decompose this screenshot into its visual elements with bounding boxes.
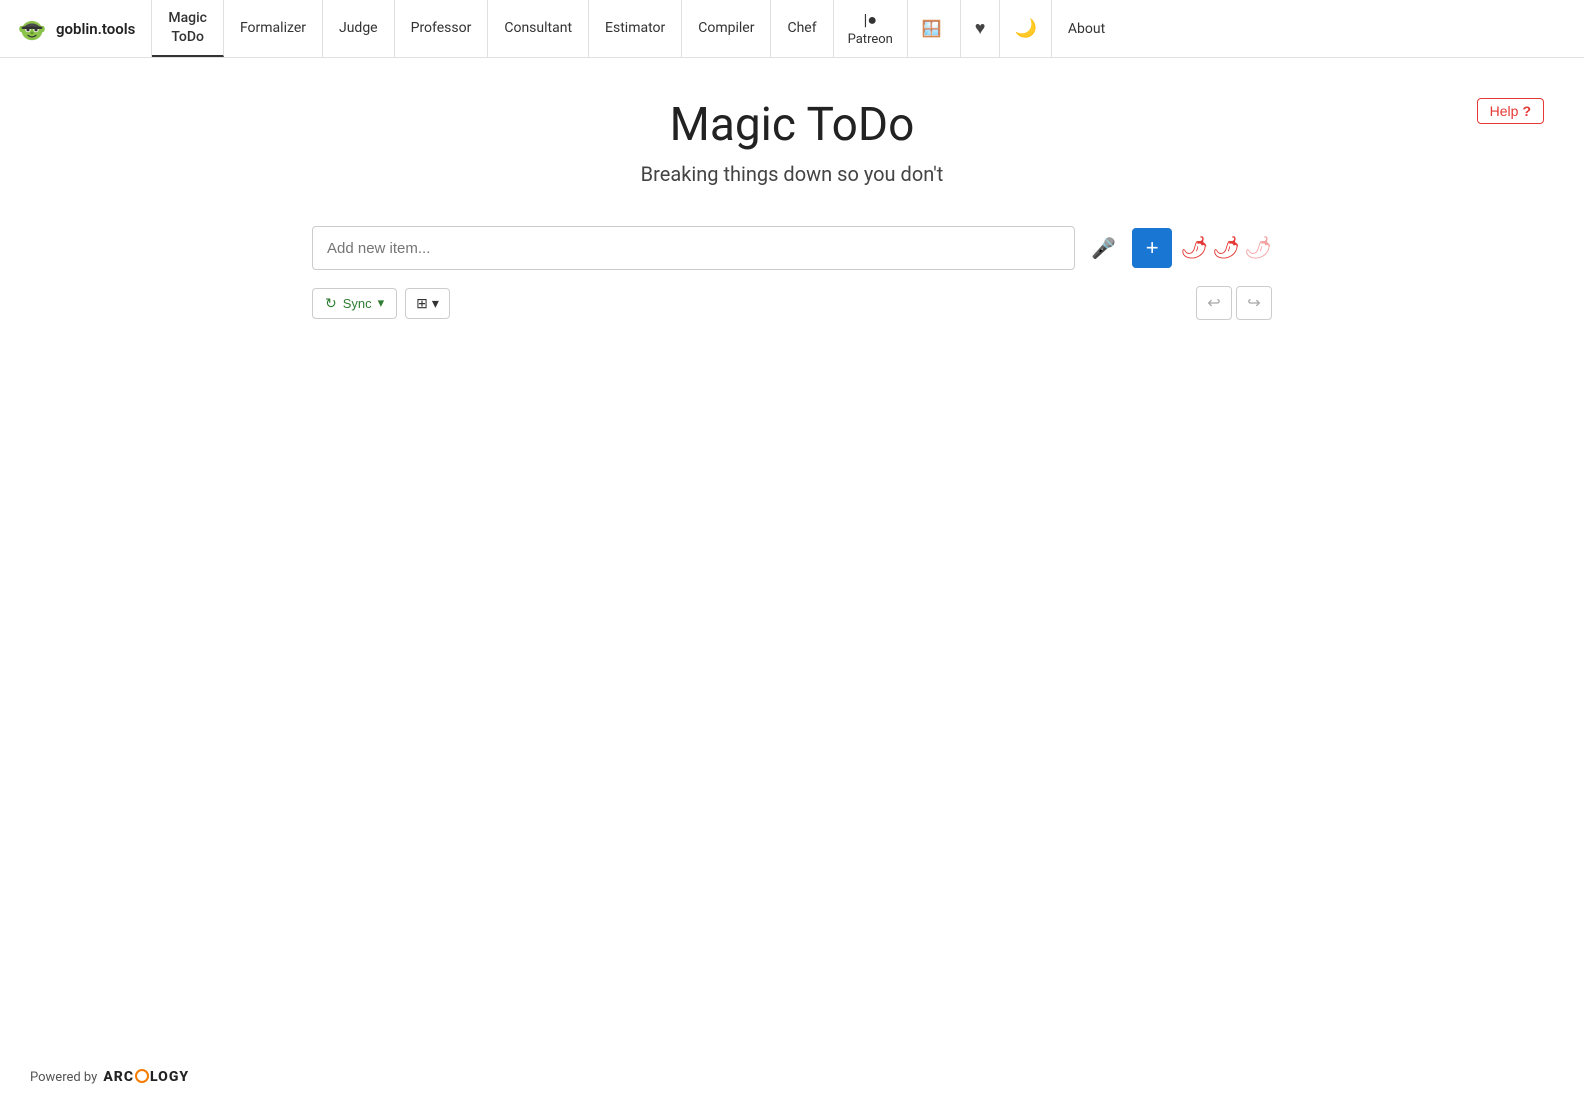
spice-level-indicators: 🌶 🌶 🌶 [1180,236,1272,261]
main-content: Help ? Magic ToDo Breaking things down s… [0,58,1584,1049]
add-item-input[interactable] [312,226,1075,270]
mic-button[interactable]: 🎤 [1083,228,1124,269]
expand-button[interactable]: ⊞ ▾ [405,288,450,319]
sync-button[interactable]: ↻ Sync ▾ [312,288,397,319]
windows-icon: 🪟 [922,19,942,38]
pepper-1-icon: 🌶 [1180,236,1208,261]
undo-button[interactable]: ↩ [1196,286,1232,320]
patreon-icons: |● [863,10,877,30]
toolbar-left: ↻ Sync ▾ ⊞ ▾ [312,288,450,319]
nav-item-compiler[interactable]: Compiler [682,0,771,57]
sync-icon: ↻ [325,295,337,312]
pepper-3-icon: 🌶 [1244,236,1272,261]
help-button[interactable]: Help ? [1477,98,1544,124]
add-icon: + [1146,235,1159,261]
expand-icon: ⊞ [416,295,428,312]
arc-o-icon [135,1069,149,1083]
nav-item-professor[interactable]: Professor [395,0,489,57]
powered-by-text: Powered by [30,1070,97,1085]
redo-icon: ↪ [1247,293,1260,313]
toolbar-row: ↻ Sync ▾ ⊞ ▾ ↩ ↪ [312,286,1272,320]
toolbar-right: ↩ ↪ [1196,286,1272,320]
nav-item-estimator[interactable]: Estimator [589,0,682,57]
page-subtitle: Breaking things down so you don't [641,162,944,186]
nav-item-patreon[interactable]: |● Patreon [834,0,908,57]
goblin-logo-icon [16,13,48,45]
nav-item-about[interactable]: About [1052,0,1121,57]
nav-item-chef[interactable]: Chef [771,0,833,57]
redo-button[interactable]: ↪ [1236,286,1272,320]
pepper-2-icon: 🌶 [1212,236,1240,261]
nav-item-judge[interactable]: Judge [323,0,395,57]
nav-items: MagicToDo Formalizer Judge Professor Con… [152,0,1584,57]
nav-heart-button[interactable]: ♥ [961,0,1001,57]
about-label: About [1068,21,1105,37]
nav-darkmode-button[interactable]: 🌙 [1000,0,1051,57]
nav-item-formalizer[interactable]: Formalizer [224,0,323,57]
mic-icon: 🎤 [1091,236,1116,261]
help-label: Help [1490,103,1519,119]
sync-label: Sync [343,296,372,311]
undo-icon: ↩ [1207,293,1220,313]
heart-icon: ♥ [975,18,986,39]
page-title: Magic ToDo [670,98,915,152]
footer-brand: ARCLOGY [103,1069,189,1085]
patreon-label: Patreon [848,32,893,47]
moon-icon: 🌙 [1014,18,1036,39]
patreon-flag-icon: |● [863,10,877,30]
navbar: goblin.tools MagicToDo Formalizer Judge … [0,0,1584,58]
add-item-row: 🎤 + 🌶 🌶 🌶 [312,226,1272,270]
sync-chevron-icon: ▾ [378,295,385,311]
add-item-button[interactable]: + [1132,228,1172,268]
brand-logo[interactable]: goblin.tools [0,0,152,57]
expand-chevron-icon: ▾ [432,295,439,312]
help-question-icon: ? [1522,103,1531,119]
nav-item-consultant[interactable]: Consultant [488,0,589,57]
footer: Powered by ARCLOGY [0,1049,1584,1105]
brand-name: goblin.tools [56,20,135,38]
nav-platform-icons[interactable]: 🪟 [908,0,961,57]
nav-item-magic-todo[interactable]: MagicToDo [152,0,224,57]
